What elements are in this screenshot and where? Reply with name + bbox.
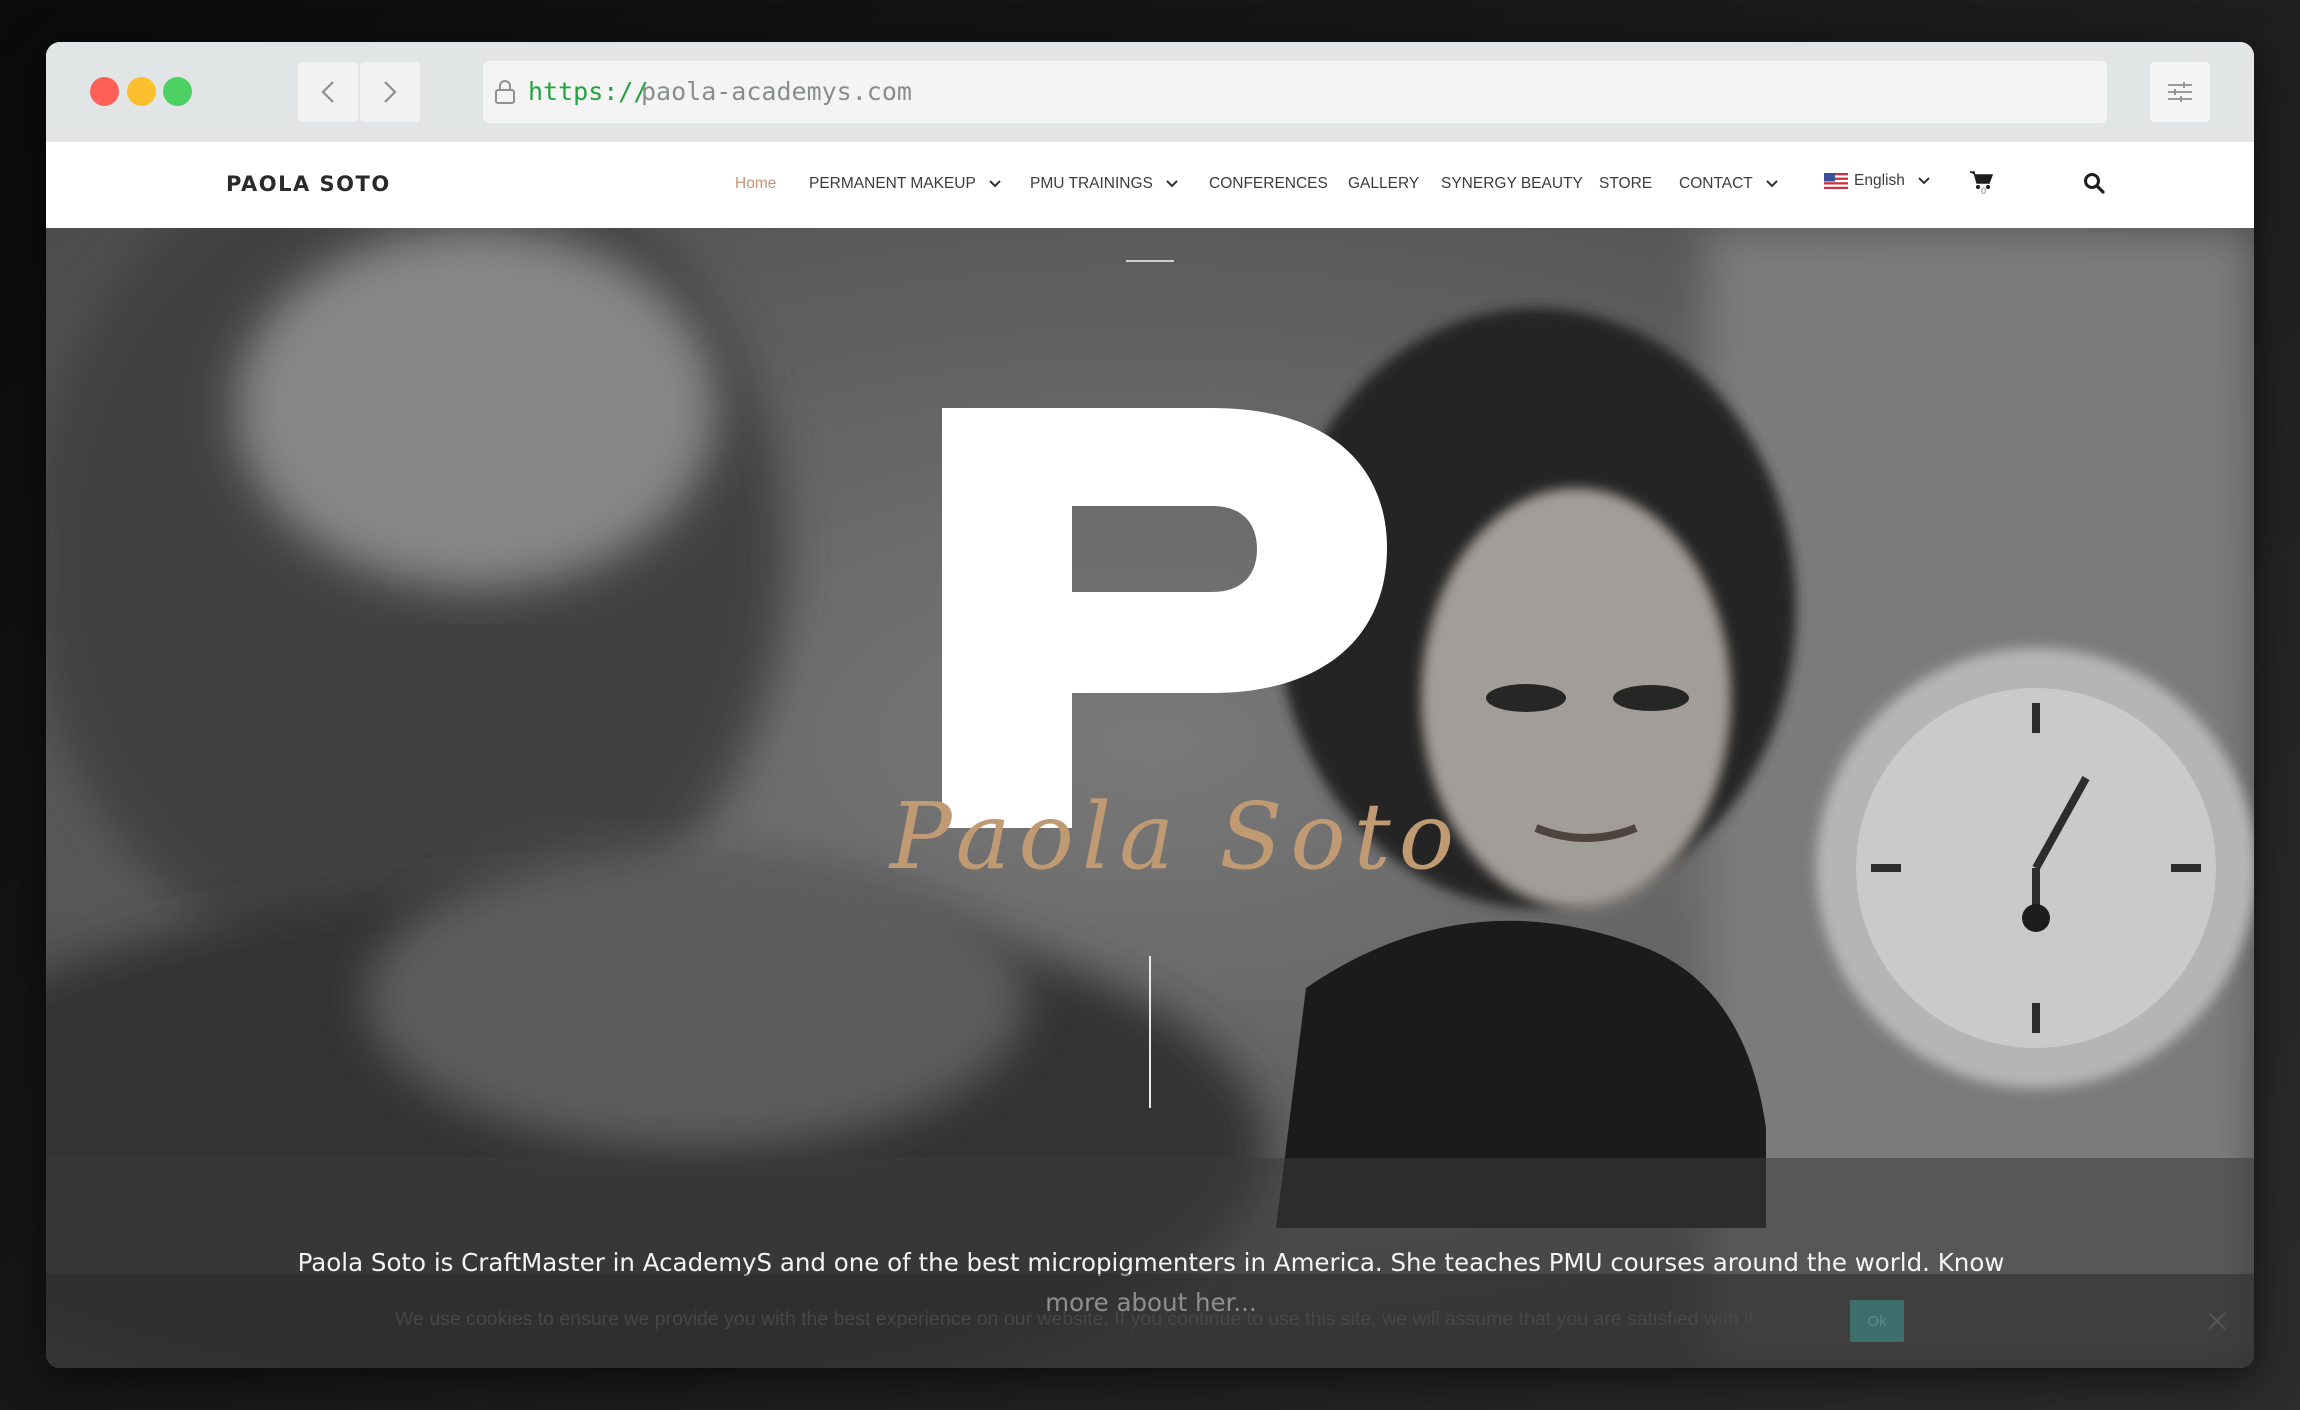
chevron-down-icon [1918,177,1930,185]
cookie-notice: We use cookies to ensure we provide you … [46,1274,2254,1368]
script-signature: Paola Soto [888,783,1462,890]
maximize-window-button[interactable] [163,77,192,106]
search-icon [2084,173,2105,194]
nav-gallery-label: GALLERY [1348,175,1420,192]
nav-home[interactable]: Home [735,175,776,193]
cart-button[interactable] [1956,170,1993,190]
cookie-accept-button[interactable]: Ok [1850,1300,1904,1342]
minimize-window-button[interactable] [127,77,156,106]
nav-conferences[interactable]: CONFERENCES [1209,175,1328,193]
nav-permanent-makeup[interactable]: PERMANENT MAKEUP [809,175,1001,193]
chevron-down-icon [1766,180,1778,188]
browser-toolbar: https:// paola-academys.com [46,42,2254,142]
search-button[interactable] [2070,172,2105,194]
nav-store[interactable]: STORE [1599,175,1652,193]
nav-home-label: Home [735,175,777,192]
close-icon[interactable] [2206,1310,2228,1332]
nav-store-label: STORE [1599,175,1653,192]
hero-section: P Paola Soto Paola Soto is CraftMaster i… [46,228,2254,1368]
url-scheme: https:// [528,77,649,106]
chevron-right-icon [384,81,397,103]
nav-synergy-beauty[interactable]: SYNERGY BEAUTY [1441,175,1583,193]
browser-window: https:// paola-academys.com PAOLA SOTO H… [46,42,2254,1368]
nav-contact-label: CONTACT [1679,175,1753,192]
close-window-button[interactable] [90,77,119,106]
forward-button[interactable] [360,62,420,122]
script-name-text: Paola Soto [888,783,1462,890]
address-bar[interactable]: https:// paola-academys.com [483,61,2107,123]
url-host: paola-academys.com [641,77,912,106]
cookie-notice-text: We use cookies to ensure we provide you … [395,1308,1760,1330]
main-navigation: Home PERMANENT MAKEUP PMU TRAININGS CONF… [46,142,2254,228]
lock-icon [495,80,515,104]
language-label: English [1854,172,1905,189]
nav-pmu-trainings[interactable]: PMU TRAININGS [1030,175,1178,193]
nav-permanent-makeup-label: PERMANENT MAKEUP [809,175,976,192]
nav-conferences-label: CONFERENCES [1209,175,1328,192]
back-button[interactable] [298,62,358,122]
us-flag-icon [1824,173,1848,189]
nav-pmu-trainings-label: PMU TRAININGS [1030,175,1153,192]
chevron-down-icon [989,180,1001,188]
language-switcher[interactable]: English [1811,172,1930,190]
chevron-left-icon [321,81,334,103]
sliders-icon [2168,82,2192,102]
site-header: PAOLA SOTO Home PERMANENT MAKEUP PMU TRA… [46,142,2254,228]
nav-synergy-beauty-label: SYNERGY BEAUTY [1441,175,1583,192]
chevron-down-icon [1166,180,1178,188]
nav-contact[interactable]: CONTACT [1679,175,1778,193]
nav-gallery[interactable]: GALLERY [1348,175,1419,193]
settings-button[interactable] [2150,62,2210,122]
hero-top-divider [1126,260,1174,262]
cart-count: 0 [1981,186,1987,196]
hero-vertical-divider [1149,956,1151,1108]
